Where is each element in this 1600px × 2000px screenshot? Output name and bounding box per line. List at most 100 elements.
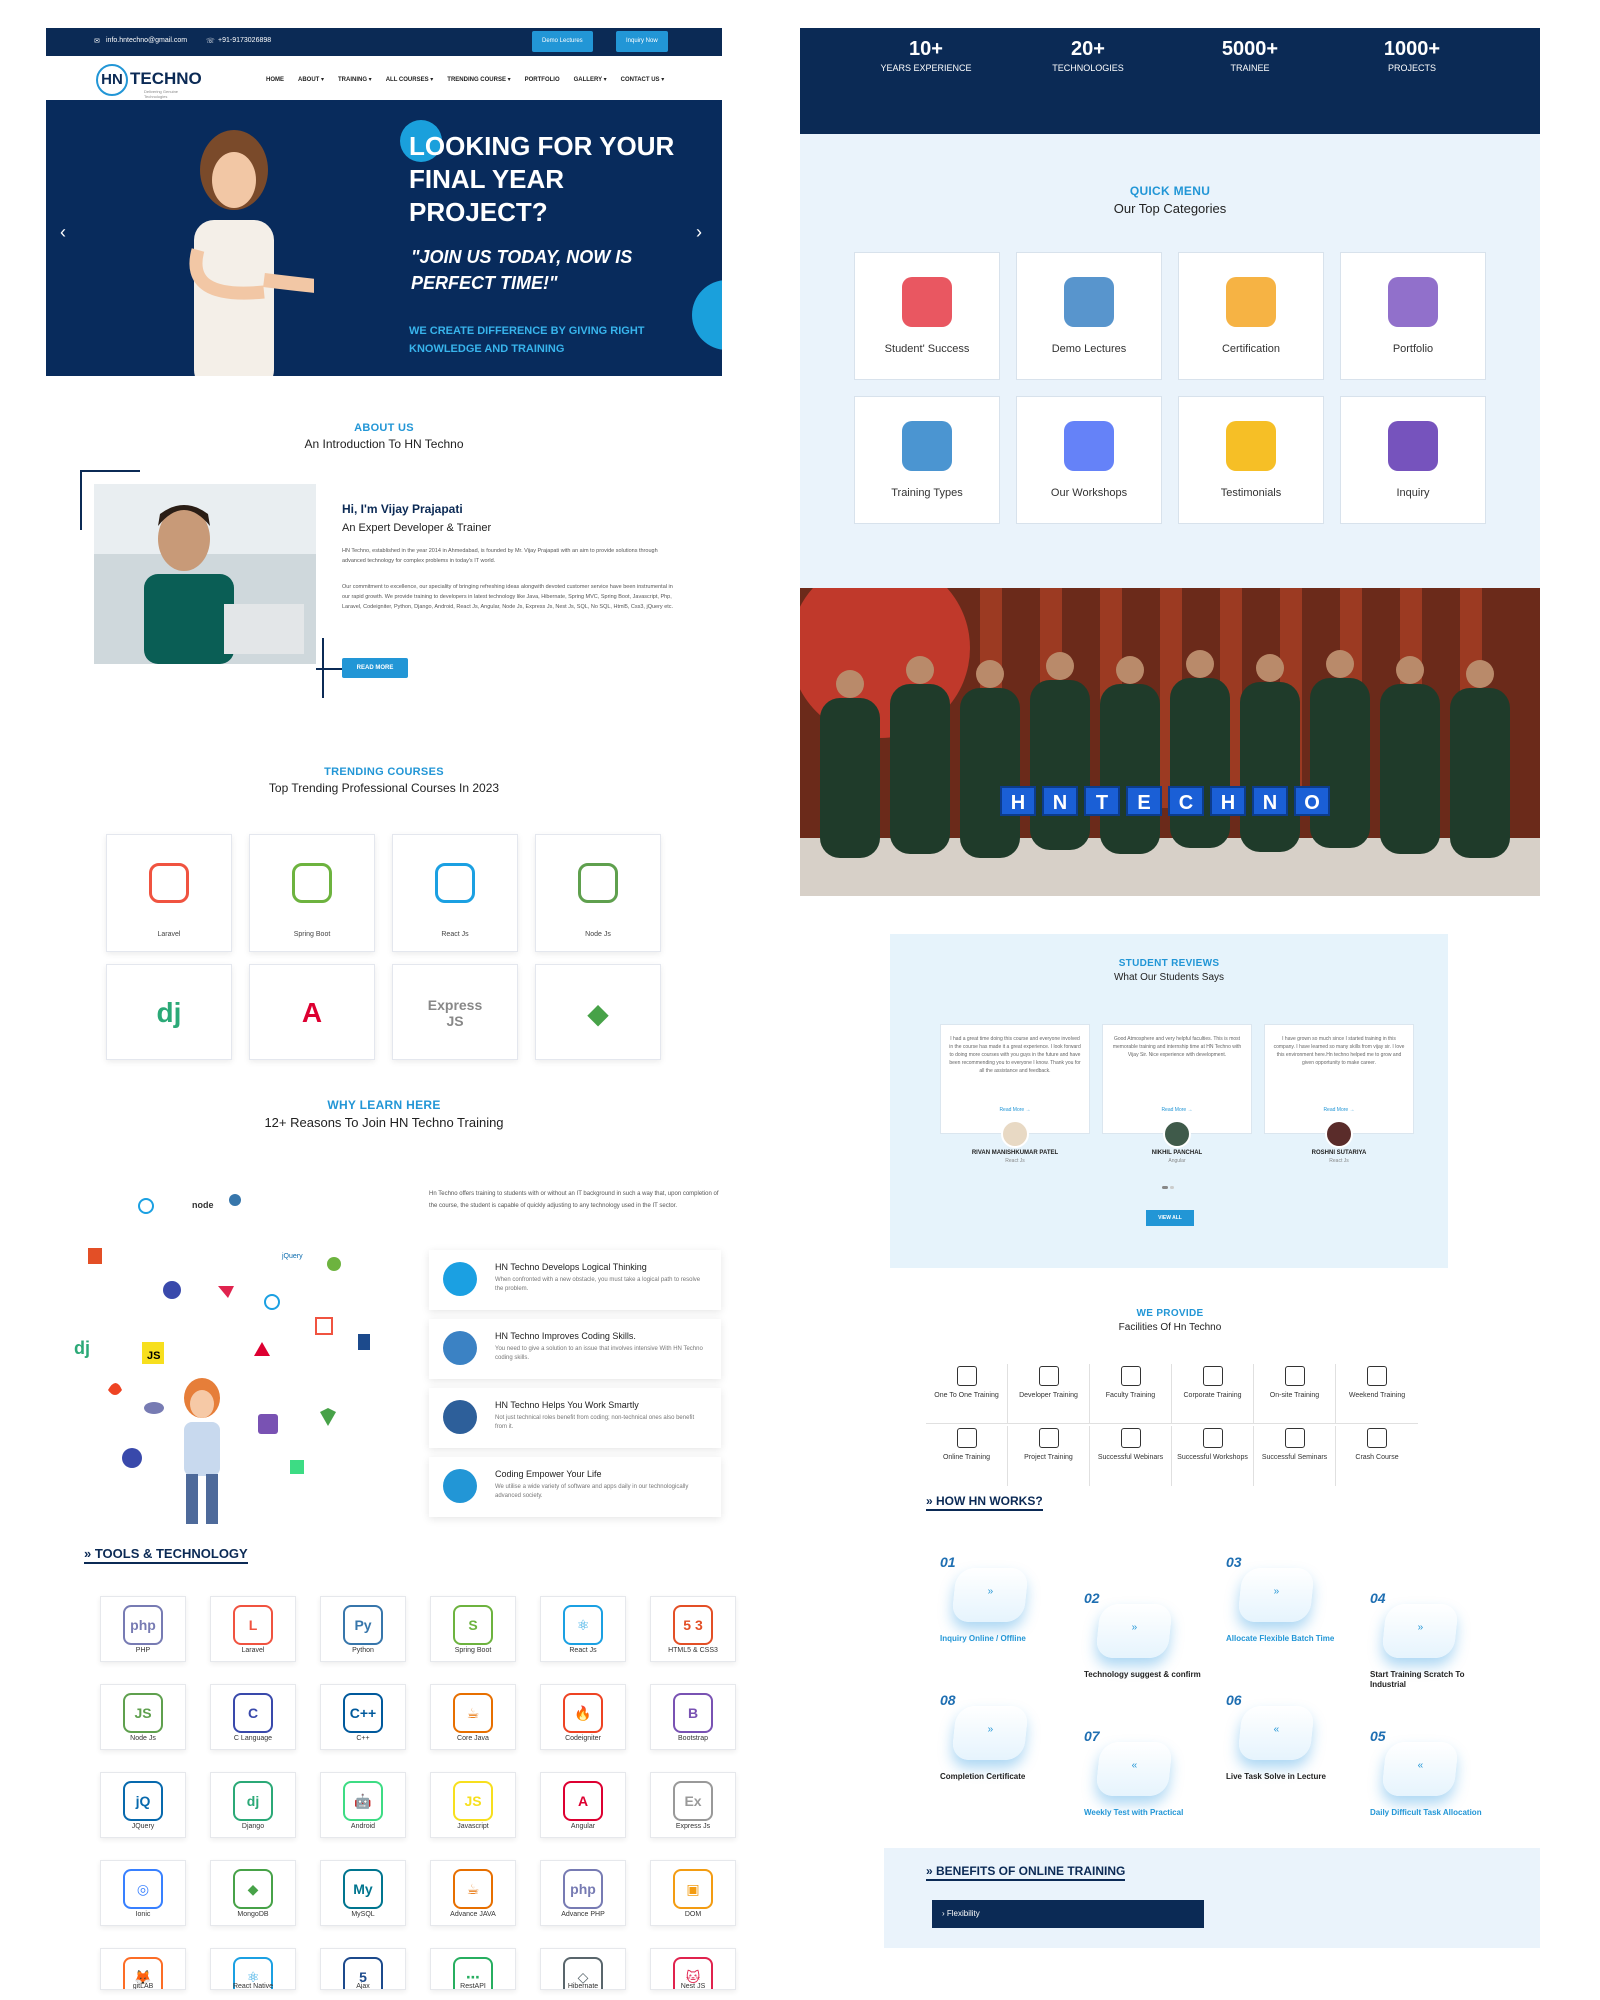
stat-item: 20+ TECHNOLOGIES xyxy=(1008,38,1168,73)
tool-card[interactable]: S Spring Boot xyxy=(430,1596,516,1662)
sign-letter: C xyxy=(1168,786,1204,816)
tool-card[interactable]: A Angular xyxy=(540,1772,626,1838)
tool-card[interactable]: ◎ Ionic xyxy=(100,1860,186,1926)
facility-item: Weekend Training xyxy=(1336,1364,1418,1424)
quick-menu-card[interactable]: Demo Lectures xyxy=(1016,252,1162,380)
dom-icon: ▣ xyxy=(673,1869,713,1909)
quick-menu-card[interactable]: Portfolio xyxy=(1340,252,1486,380)
review-read-more[interactable]: Read More → xyxy=(1265,1107,1413,1113)
tool-card[interactable]: ▣ DOM xyxy=(650,1860,736,1926)
carousel-dot[interactable] xyxy=(1170,1186,1174,1189)
course-card[interactable]: ◆ xyxy=(535,964,661,1060)
testimonial-icon xyxy=(1226,421,1276,471)
brand-logo[interactable]: HN TECHNO Delivering Genuine Technologies xyxy=(96,64,202,99)
arrow-icon: » xyxy=(1273,1586,1280,1597)
tool-label: Express Js xyxy=(675,1823,711,1830)
nav-item[interactable]: GALLERY ▾ xyxy=(574,77,607,83)
tool-card[interactable]: php Advance PHP xyxy=(540,1860,626,1926)
course-card[interactable]: React Js xyxy=(392,834,518,952)
arrow-icon: » xyxy=(987,1586,994,1597)
tool-card[interactable]: Py Python xyxy=(320,1596,406,1662)
tool-card[interactable]: My MySQL xyxy=(320,1860,406,1926)
hero-headline: LOOKING FOR YOUR FINAL YEAR PROJECT? xyxy=(409,131,675,227)
tool-card[interactable]: 🔥 Codeigniter xyxy=(540,1684,626,1750)
trainer-name: Hi, I'm Vijay Prajapati xyxy=(342,502,463,516)
quick-menu-header: QUICK MENU Our Top Categories xyxy=(800,184,1540,216)
quick-menu-card[interactable]: Student' Success xyxy=(854,252,1000,380)
tool-label: Django xyxy=(241,1823,265,1830)
tool-card[interactable]: ⚛ React Native xyxy=(210,1948,296,1990)
nav-item[interactable]: ALL COURSES ▾ xyxy=(386,77,434,83)
step-label: Technology suggest & confirm xyxy=(1084,1670,1201,1679)
tool-card[interactable]: 5 Ajax xyxy=(320,1948,406,1990)
review-read-more[interactable]: Read More → xyxy=(941,1107,1089,1113)
carousel-dot-active[interactable] xyxy=(1162,1186,1168,1189)
review-read-more[interactable]: Read More → xyxy=(1103,1107,1251,1113)
topbar-email[interactable]: info.hntechno@gmail.com xyxy=(106,37,187,44)
tool-card[interactable]: 🤖 Android xyxy=(320,1772,406,1838)
tool-card[interactable]: ☕ Advance JAVA xyxy=(430,1860,516,1926)
student-reviews-section: STUDENT REVIEWS What Our Students Says I… xyxy=(890,934,1448,1268)
facility-icon xyxy=(1284,1428,1305,1448)
tool-card[interactable]: dj Django xyxy=(210,1772,296,1838)
tool-card[interactable]: ◇ Hibernate xyxy=(540,1948,626,1990)
tool-card[interactable]: ⚛ React Js xyxy=(540,1596,626,1662)
tool-card[interactable]: 🦊 gitLAB xyxy=(100,1948,186,1990)
tool-card[interactable]: JS Javascript xyxy=(430,1772,516,1838)
nav-item[interactable]: TRAINING ▾ xyxy=(338,77,372,83)
course-card[interactable]: Spring Boot xyxy=(249,834,375,952)
facility-icon xyxy=(1367,1428,1387,1448)
arrow-icon: » xyxy=(1131,1622,1138,1633)
read-more-button[interactable]: READ MORE xyxy=(342,658,408,678)
carousel-prev-arrow[interactable]: ‹ xyxy=(60,222,66,243)
quick-menu-label: Student' Success xyxy=(884,343,970,355)
quick-menu-card[interactable]: Inquiry xyxy=(1340,396,1486,524)
about-paragraph-2: Our commitment to excellence, our specia… xyxy=(342,584,674,610)
quick-menu-card[interactable]: Our Workshops xyxy=(1016,396,1162,524)
demo-lectures-button[interactable]: Demo Lectures xyxy=(532,31,593,52)
tool-card[interactable]: ◆ MongoDB xyxy=(210,1860,296,1926)
course-card[interactable]: Express JS xyxy=(392,964,518,1060)
facility-item: Faculty Training xyxy=(1090,1364,1172,1424)
nav-item[interactable]: TRENDING COURSE ▾ xyxy=(447,77,510,83)
tool-card[interactable]: B Bootstrap xyxy=(650,1684,736,1750)
tool-card[interactable]: jQ JQuery xyxy=(100,1772,186,1838)
nav-item[interactable]: HOME xyxy=(266,77,284,83)
course-card[interactable]: Laravel xyxy=(106,834,232,952)
nav-item[interactable]: CONTACT US ▾ xyxy=(621,77,665,83)
core-java-icon: ☕ xyxy=(453,1693,493,1733)
quick-menu-card[interactable]: Training Types xyxy=(854,396,1000,524)
tool-card[interactable]: JS Node Js xyxy=(100,1684,186,1750)
nav-item[interactable]: ABOUT ▾ xyxy=(298,77,324,83)
tool-card[interactable]: Ex Express Js xyxy=(650,1772,736,1838)
step-label: Allocate Flexible Batch Time xyxy=(1226,1634,1335,1643)
reason-title: HN Techno Helps You Work Smartly xyxy=(495,1400,639,1410)
quick-menu-card[interactable]: Testimonials xyxy=(1178,396,1324,524)
course-card[interactable]: A xyxy=(249,964,375,1060)
inquiry-now-button[interactable]: Inquiry Now xyxy=(616,31,668,52)
topbar-phone[interactable]: +91-9173026898 xyxy=(218,37,271,44)
tool-card[interactable]: C++ C++ xyxy=(320,1684,406,1750)
course-card[interactable]: Node Js xyxy=(535,834,661,952)
tool-card[interactable]: 🐱 Nest JS xyxy=(650,1948,736,1990)
tool-card[interactable]: ☕ Core Java xyxy=(430,1684,516,1750)
nav-item[interactable]: PORTFOLIO xyxy=(525,77,560,83)
arrow-icon: « xyxy=(1131,1760,1138,1771)
course-card[interactable]: dj xyxy=(106,964,232,1060)
tool-card[interactable]: ⋯ RestAPI xyxy=(430,1948,516,1990)
facilities-header: WE PROVIDE Facilities Of Hn Techno xyxy=(800,1308,1540,1333)
step-number: 02 xyxy=(1084,1590,1100,1606)
benefit-flexibility-tab[interactable]: › Flexibility xyxy=(932,1900,1204,1928)
codeigniter-icon: 🔥 xyxy=(563,1693,603,1733)
process-step: 04 » Start Training Scratch To Industrial xyxy=(1370,1590,1490,1700)
tool-card[interactable]: C C Language xyxy=(210,1684,296,1750)
tool-card[interactable]: 5 3 HTML5 & CSS3 xyxy=(650,1596,736,1662)
tool-card[interactable]: php PHP xyxy=(100,1596,186,1662)
tool-card[interactable]: L Laravel xyxy=(210,1596,296,1662)
reviewer-course: Angular xyxy=(1168,1158,1186,1164)
quick-menu-card[interactable]: Certification xyxy=(1178,252,1324,380)
trending-section-header: TRENDING COURSES Top Trending Profession… xyxy=(46,766,722,795)
reason-title: HN Techno Develops Logical Thinking xyxy=(495,1262,647,1272)
carousel-next-arrow[interactable]: › xyxy=(696,222,702,243)
view-all-button[interactable]: VIEW ALL xyxy=(1146,1210,1194,1226)
